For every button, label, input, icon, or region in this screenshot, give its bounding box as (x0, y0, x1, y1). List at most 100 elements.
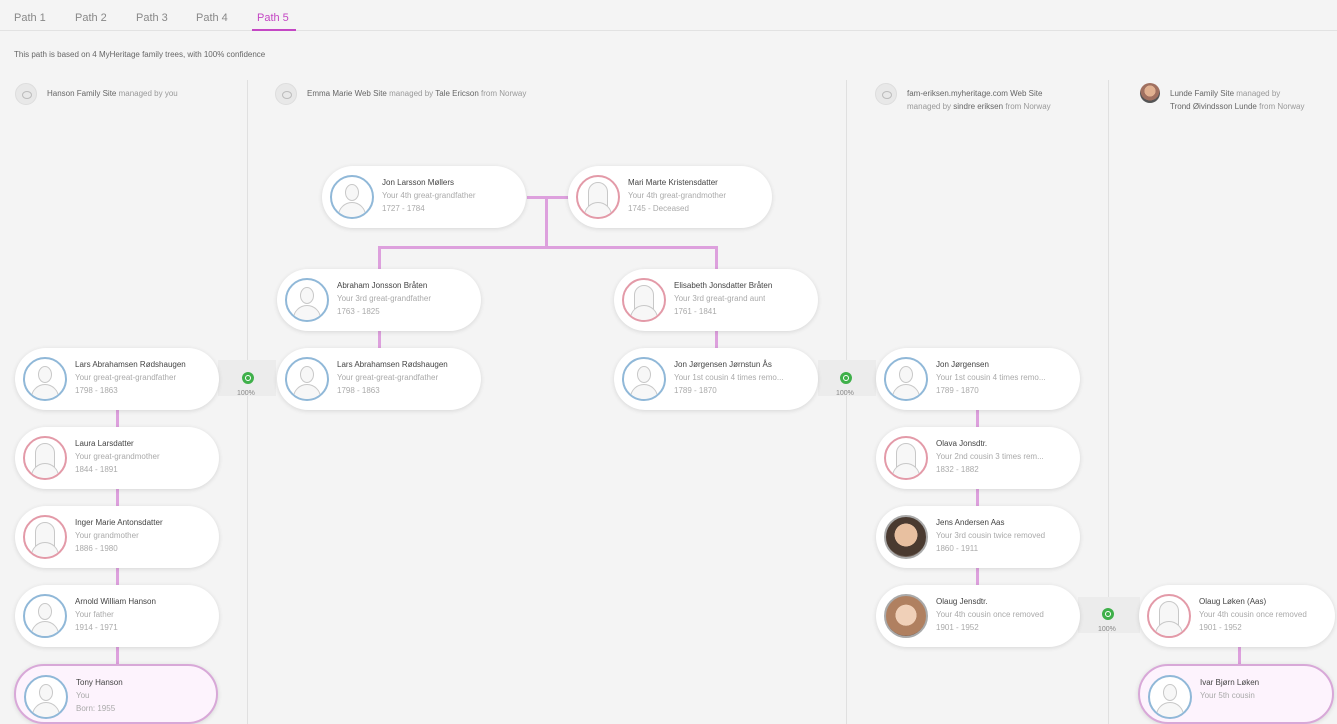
match-icon[interactable] (1102, 608, 1114, 620)
person-dates: 1761 - 1841 (674, 307, 717, 316)
site-name[interactable]: Emma Marie Web Site (307, 89, 387, 98)
person-dates: 1832 - 1882 (936, 465, 979, 474)
person-dates: Born: 1955 (76, 704, 116, 713)
connector-line (116, 408, 119, 428)
person-relation: Your great-grandmother (75, 452, 160, 461)
person-name: Lars Abrahamsen Rødshaugen (337, 360, 448, 369)
male-avatar-icon (285, 278, 329, 322)
site-managed: managed by (389, 89, 434, 98)
person-name: Olaug Jensdtr. (936, 597, 988, 606)
female-avatar-icon (622, 278, 666, 322)
site-owner-photo (1140, 83, 1160, 103)
site-managed: managed by (907, 102, 952, 111)
person-dates: 1844 - 1891 (75, 465, 118, 474)
eye-icon[interactable] (275, 83, 297, 105)
person-name: Inger Marie Antonsdatter (75, 518, 163, 527)
person-card-self[interactable]: Tony Hanson You Born: 1955 (14, 664, 218, 724)
site-from: from Norway (1259, 102, 1305, 111)
site-name[interactable]: fam-eriksen.myheritage.com Web Site (907, 89, 1042, 98)
person-relation: Your 4th great-grandfather (382, 191, 476, 200)
column-divider (846, 80, 847, 724)
site-from: from Norway (1005, 102, 1051, 111)
match-icon[interactable] (242, 372, 254, 384)
tab-path-5[interactable]: Path 5 (257, 12, 289, 24)
site-manager[interactable]: Trond Øivindsson Lunde (1170, 102, 1257, 111)
person-photo (884, 515, 928, 559)
eye-icon[interactable] (15, 83, 37, 105)
path-tabs: Path 1 Path 2 Path 3 Path 4 Path 5 (0, 0, 1337, 31)
person-card[interactable]: Jon Jørgensen Your 1st cousin 4 times re… (876, 348, 1080, 410)
person-dates: 1727 - 1784 (382, 204, 425, 213)
person-relation: You (76, 691, 90, 700)
person-card[interactable]: Lars Abrahamsen Rødshaugen Your great-gr… (15, 348, 219, 410)
person-relation: Your 3rd great-grandfather (337, 294, 431, 303)
person-name: Olaug Løken (Aas) (1199, 597, 1267, 606)
person-name: Tony Hanson (76, 678, 123, 687)
tab-path-4[interactable]: Path 4 (196, 12, 228, 24)
site-managed: managed by you (118, 89, 178, 98)
person-name: Laura Larsdatter (75, 439, 134, 448)
match-percent: 100% (237, 390, 255, 397)
match-percent: 100% (1098, 626, 1116, 633)
connector-line (527, 196, 571, 199)
male-avatar-icon (23, 594, 67, 638)
site-name[interactable]: Hanson Family Site (47, 89, 116, 98)
person-card[interactable]: Arnold William Hanson Your father 1914 -… (15, 585, 219, 647)
male-avatar-icon (24, 675, 68, 719)
person-name: Jon Larsson Møllers (382, 178, 455, 187)
site-managed: managed by (1236, 89, 1281, 98)
female-avatar-icon (1147, 594, 1191, 638)
site-name[interactable]: Lunde Family Site (1170, 89, 1234, 98)
person-card[interactable]: Jon Larsson Møllers Your 4th great-grand… (322, 166, 526, 228)
person-card[interactable]: Laura Larsdatter Your great-grandmother … (15, 427, 219, 489)
person-card[interactable]: Jon Jørgensen Jørnstun Ås Your 1st cousi… (614, 348, 818, 410)
person-name: Abraham Jonsson Bråten (337, 281, 428, 290)
person-dates: 1901 - 1952 (936, 623, 979, 632)
tab-path-2[interactable]: Path 2 (75, 12, 107, 24)
person-card[interactable]: Olaug Jensdtr. Your 4th cousin once remo… (876, 585, 1080, 647)
person-card[interactable]: Jens Andersen Aas Your 3rd cousin twice … (876, 506, 1080, 568)
connector-line (116, 488, 119, 508)
connector-line (116, 646, 119, 666)
match-icon[interactable] (840, 372, 852, 384)
person-card[interactable]: Olaug Løken (Aas) Your 4th cousin once r… (1139, 585, 1335, 647)
person-relation: Your father (75, 610, 114, 619)
eye-icon[interactable] (875, 83, 897, 105)
person-dates: 1789 - 1870 (936, 386, 979, 395)
female-avatar-icon (576, 175, 620, 219)
person-dates: 1789 - 1870 (674, 386, 717, 395)
person-card[interactable]: Lars Abrahamsen Rødshaugen Your great-gr… (277, 348, 481, 410)
person-relation: Your 4th cousin once removed (936, 610, 1044, 619)
confidence-text: This path is based on 4 MyHeritage famil… (14, 50, 266, 59)
site-from: from Norway (481, 89, 527, 98)
person-relation: Your 2nd cousin 3 times rem... (936, 452, 1044, 461)
person-name: Olava Jonsdtr. (936, 439, 988, 448)
person-dates: 1798 - 1863 (337, 386, 380, 395)
person-card[interactable]: Mari Marte Kristensdatter Your 4th great… (568, 166, 772, 228)
male-avatar-icon (285, 357, 329, 401)
person-card[interactable]: Olava Jonsdtr. Your 2nd cousin 3 times r… (876, 427, 1080, 489)
person-card[interactable]: Inger Marie Antonsdatter Your grandmothe… (15, 506, 219, 568)
connector-line (378, 246, 381, 270)
person-relation: Your great-great-grandfather (337, 373, 439, 382)
male-avatar-icon (23, 357, 67, 401)
site-manager[interactable]: sindre eriksen (953, 102, 1003, 111)
person-card[interactable]: Abraham Jonsson Bråten Your 3rd great-gr… (277, 269, 481, 331)
person-name: Ivar Bjørn Løken (1200, 678, 1260, 687)
person-relation: Your great-great-grandfather (75, 373, 177, 382)
person-name: Arnold William Hanson (75, 597, 156, 606)
connector-line (378, 330, 381, 350)
female-avatar-icon (23, 436, 67, 480)
person-card[interactable]: Ivar Bjørn Løken Your 5th cousin (1138, 664, 1334, 724)
connector-line (715, 246, 718, 270)
person-dates: 1745 - Deceased (628, 204, 689, 213)
tab-path-3[interactable]: Path 3 (136, 12, 168, 24)
person-relation: Your 3rd cousin twice removed (936, 531, 1046, 540)
site-manager[interactable]: Tale Ericson (435, 89, 479, 98)
female-avatar-icon (23, 515, 67, 559)
active-tab-indicator (252, 29, 296, 31)
person-card[interactable]: Elisabeth Jonsdatter Bråten Your 3rd gre… (614, 269, 818, 331)
tab-path-1[interactable]: Path 1 (14, 12, 46, 24)
person-relation: Your 4th cousin once removed (1199, 610, 1307, 619)
person-relation: Your 3rd great-grand aunt (674, 294, 766, 303)
